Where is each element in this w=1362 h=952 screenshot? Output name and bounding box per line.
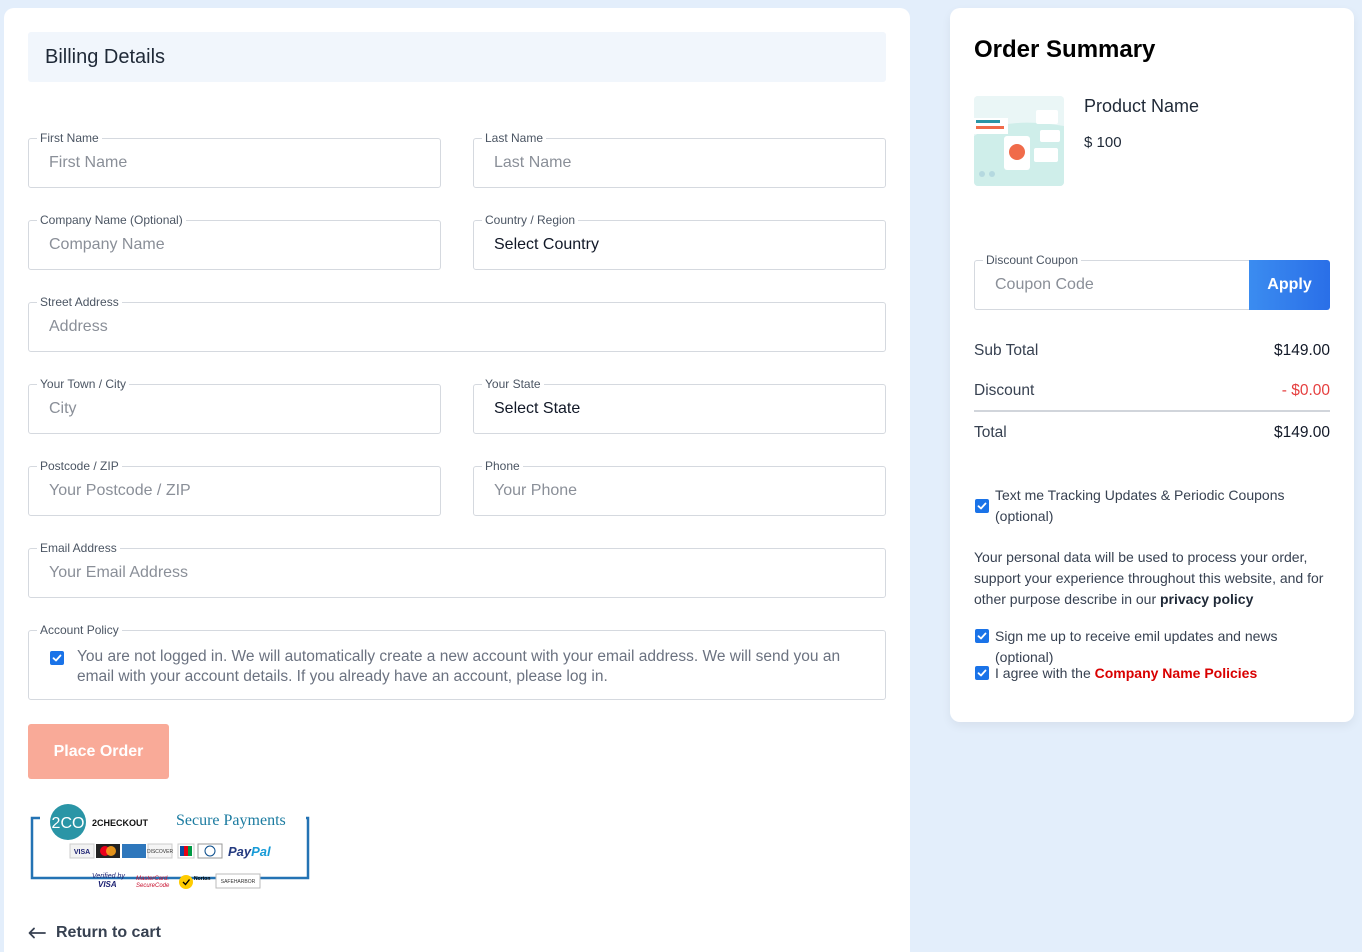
svg-text:VISA: VISA [98,880,117,889]
state-field: Your State Select State [473,376,886,434]
account-policy-checkbox[interactable] [50,651,64,665]
state-select[interactable]: Select State [474,385,885,433]
last-name-input[interactable] [474,139,885,187]
account-policy-label: Account Policy [37,622,122,638]
security-seals-icon: Verified by VISA MasterCard. SecureCode … [92,873,261,889]
product-name: Product Name [1084,96,1200,116]
privacy-note-text: Your personal data will be used to proce… [974,549,1324,607]
company-input[interactable] [29,221,440,269]
product-price: $ 100 [1084,134,1122,151]
coupon-input[interactable] [975,261,1250,309]
first-name-input[interactable] [29,139,440,187]
street-field: Street Address [28,294,886,352]
account-policy-box: Account Policy You are not logged in. We… [28,622,886,700]
postcode-input[interactable] [29,467,440,515]
return-to-cart-link[interactable]: Return to cart [28,924,161,942]
last-name-field: Last Name [473,130,886,188]
postcode-field: Postcode / ZIP [28,458,441,516]
agree-policies-text: I agree with the Company Name Policies [995,663,1335,684]
newsletter-checkbox[interactable] [975,629,989,643]
svg-text:Verified by: Verified by [92,873,125,880]
svg-text:Secure Payments: Secure Payments [176,812,286,829]
card-logos-icon: VISA DISCOVER PayPal [69,843,271,859]
city-field: Your Town / City [28,376,441,434]
svg-text:DISCOVER: DISCOVER [147,849,174,855]
checkmark-icon [977,669,987,677]
order-summary-panel: Order Summary Product Name $ 100 Discoun… [950,8,1354,722]
arrow-left-icon [28,927,46,939]
discount-value: - $0.00 [1281,382,1330,399]
checkmark-icon [52,654,62,662]
company-field: Company Name (Optional) [28,212,441,270]
order-summary-title: Order Summary [974,36,1156,63]
svg-text:MasterCard.: MasterCard. [136,876,169,882]
checkmark-icon [977,502,987,510]
total-label: Total [974,424,1007,441]
city-input[interactable] [29,385,440,433]
product-thumbnail [974,96,1064,186]
street-input[interactable] [29,303,885,351]
billing-title: Billing Details [45,45,166,68]
apply-coupon-button[interactable]: Apply [1249,260,1330,310]
subtotal-value: $149.00 [1273,342,1330,359]
agree-prefix: I agree with the [995,665,1095,681]
company-policies-link[interactable]: Company Name Policies [1095,665,1258,681]
coupon-field: Discount Coupon [974,252,1250,310]
svg-text:Norton: Norton [194,876,210,882]
phone-field: Phone [473,458,886,516]
total-value: $149.00 [1273,424,1330,441]
privacy-note: Your personal data will be used to proce… [974,547,1330,610]
subtotal-label: Sub Total [974,342,1039,359]
agree-policies-checkbox[interactable] [975,666,989,680]
svg-text:PayPal: PayPal [228,844,271,859]
newsletter-text: Sign me up to receive emil updates and n… [995,628,1278,665]
email-field: Email Address [28,540,886,598]
country-select[interactable]: Select Country [474,221,885,269]
return-to-cart-label: Return to cart [56,924,161,941]
tracking-updates-text: Text me Tracking Updates & Periodic Coup… [995,487,1285,524]
account-policy-text: You are not logged in. We will automatic… [77,648,841,685]
privacy-policy-link[interactable]: privacy policy [1160,591,1253,607]
first-name-field: First Name [28,130,441,188]
billing-panel: Billing Details First Name Last Name Com… [4,8,910,952]
svg-text:SAFEHARBOR: SAFEHARBOR [221,879,256,885]
svg-text:SecureCode: SecureCode [136,883,170,889]
discount-row: Discount - $0.00 [974,382,1330,400]
billing-header: Billing Details [28,32,886,82]
svg-text:VISA: VISA [74,849,90,856]
svg-text:2CO: 2CO [52,815,85,832]
country-field: Country / Region Select Country [473,212,886,270]
place-order-button[interactable]: Place Order [28,724,169,779]
phone-input[interactable] [474,467,885,515]
summary-divider [974,410,1330,412]
tracking-updates-checkbox[interactable] [975,499,989,513]
checkmark-icon [977,632,987,640]
secure-payments-badge: 2CO 2CHECKOUT Secure Payments VISA DISCO… [28,804,312,894]
subtotal-row: Sub Total $149.00 [974,342,1330,360]
discount-label: Discount [974,382,1035,399]
total-row: Total $149.00 [974,424,1330,442]
svg-text:2CHECKOUT: 2CHECKOUT [92,818,149,828]
email-input[interactable] [29,549,885,597]
